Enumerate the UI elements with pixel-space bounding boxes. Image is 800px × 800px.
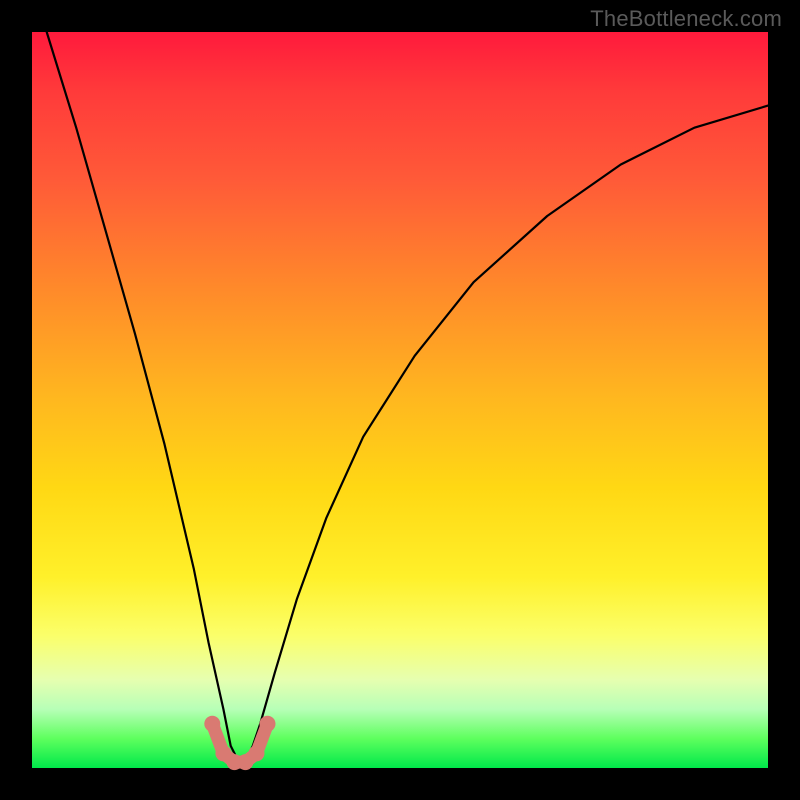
watermark-label: TheBottleneck.com <box>590 6 782 32</box>
chart-frame: TheBottleneck.com <box>0 0 800 800</box>
bottleneck-curve <box>47 32 768 761</box>
curve-svg <box>32 32 768 768</box>
valley-marker-dot <box>260 716 276 732</box>
valley-marker-dot <box>249 745 265 761</box>
plot-area <box>32 32 768 768</box>
valley-marker-dot <box>204 716 220 732</box>
